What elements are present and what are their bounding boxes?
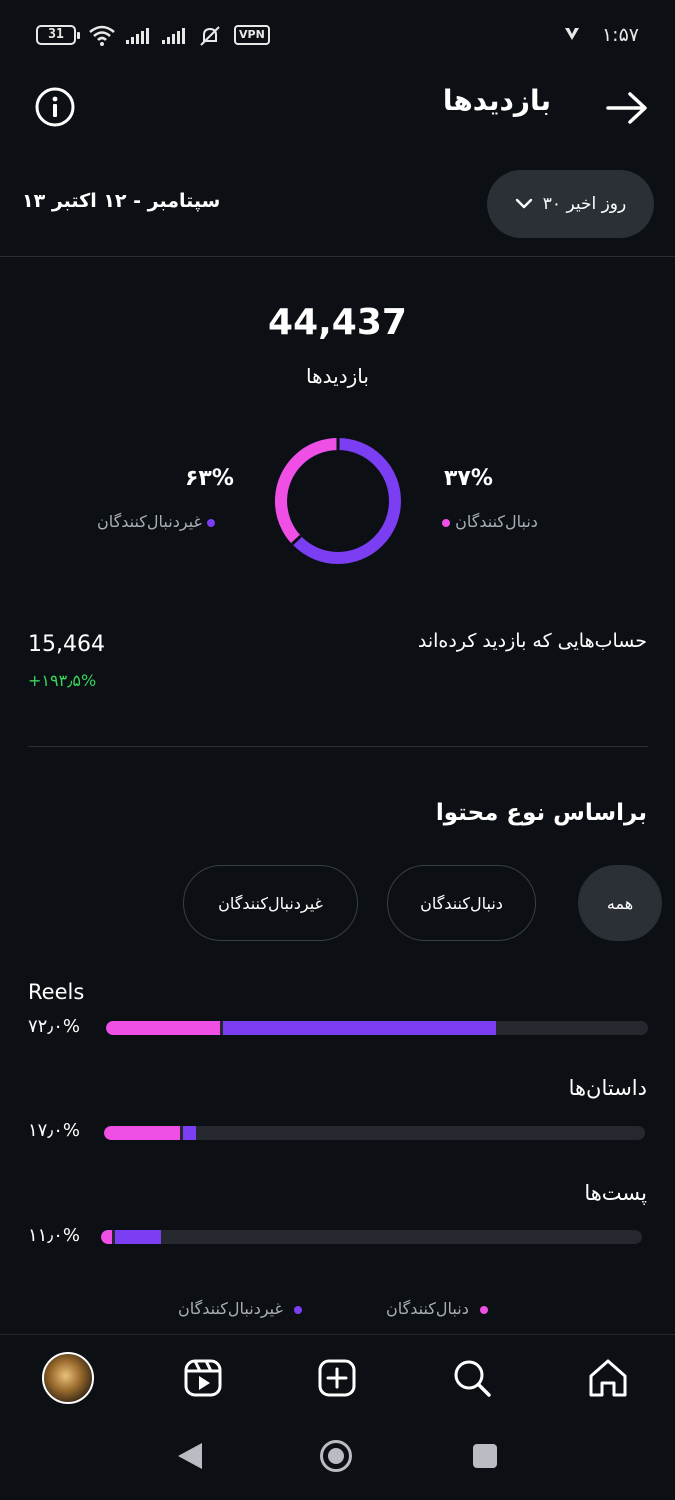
chevron-down-icon [515, 198, 532, 209]
bar-stories-non-followers [182, 1126, 196, 1140]
page-title: بازدیدها [442, 84, 551, 117]
total-views: 44,437 [268, 302, 407, 343]
signal-icon-2 [162, 28, 185, 44]
accounts-reached-value: 15,464 [28, 632, 105, 657]
chip-all-label: همه [606, 893, 634, 913]
back-icon[interactable] [176, 1441, 204, 1471]
vpn-badge: VPN [234, 25, 270, 45]
bar-track-posts [101, 1230, 642, 1244]
divider [28, 746, 648, 747]
reels-icon[interactable] [179, 1354, 227, 1402]
date-range: ۱۳ سپتامبر - ۱۲ اکتبر [22, 190, 221, 212]
non-followers-legend: غیردنبال‌کنندگان [97, 512, 215, 531]
followers-dot [442, 518, 450, 527]
bars-legend-followers: دنبال‌کنندگان [386, 1299, 488, 1318]
info-icon[interactable] [34, 86, 76, 128]
divider [0, 256, 675, 257]
bottom-nav-divider [0, 1334, 675, 1335]
bar-posts-non-followers [114, 1230, 161, 1244]
bars-legend-non-followers: غیردنبال‌کنندگان [178, 1299, 302, 1318]
total-views-label: بازدیدها [306, 364, 369, 388]
chip-followers[interactable]: دنبال‌کنندگان [387, 865, 536, 941]
bar-pct-posts: ۱۱٫۰% [28, 1225, 80, 1246]
bars-legend-non-followers-label: غیردنبال‌کنندگان [178, 1299, 283, 1318]
bars-legend-followers-label: دنبال‌کنندگان [386, 1299, 469, 1318]
chip-non-followers[interactable]: غیردنبال‌کنندگان [183, 865, 358, 941]
bar-reels-non-followers [222, 1021, 497, 1035]
home-circle-icon[interactable] [319, 1439, 353, 1473]
bars-legend-followers-dot [479, 1305, 488, 1314]
bar-label-posts: پست‌ها [584, 1181, 647, 1205]
shield-icon [565, 28, 579, 40]
clock: ۱:۵۷ [601, 24, 639, 46]
period-dropdown-label: ۳۰ روز اخیر [542, 194, 627, 214]
bars-legend-non-followers-dot [293, 1305, 302, 1314]
silent-icon [200, 26, 220, 46]
chip-non-followers-label: غیردنبال‌کنندگان [218, 893, 323, 913]
donut-followers-segment [275, 438, 401, 564]
bar-stories-followers [104, 1126, 180, 1140]
search-icon[interactable] [448, 1354, 496, 1402]
recents-icon[interactable] [472, 1443, 498, 1469]
non-followers-legend-label: غیردنبال‌کنندگان [97, 512, 202, 531]
home-icon[interactable] [584, 1354, 632, 1402]
accounts-reached-label: حساب‌هایی که بازدید کرده‌اند [417, 630, 647, 652]
chip-all[interactable]: همه [578, 865, 662, 941]
bar-label-reels: Reels [28, 980, 85, 1004]
profile-avatar[interactable] [42, 1352, 94, 1404]
wifi-icon [89, 25, 115, 46]
followers-legend: دنبال‌کنندگان [442, 512, 538, 531]
create-icon[interactable] [313, 1354, 361, 1402]
non-followers-dot [206, 518, 215, 527]
views-donut-chart [275, 438, 401, 564]
followers-legend-label: دنبال‌کنندگان [455, 512, 538, 531]
bar-label-stories: داستان‌ها [568, 1076, 647, 1100]
non-followers-percentage: ۶۳% [185, 466, 234, 491]
arrow-right-icon[interactable] [604, 90, 650, 126]
content-type-title: براساس نوع محتوا [435, 800, 647, 826]
followers-percentage: ۳۷% [444, 466, 493, 491]
bar-track-stories [104, 1126, 645, 1140]
bar-reels-followers [106, 1021, 220, 1035]
period-dropdown[interactable]: ۳۰ روز اخیر [487, 170, 654, 238]
battery-indicator: 31 [36, 25, 80, 45]
bar-pct-reels: ۷۲٫۰% [28, 1016, 80, 1037]
bar-pct-stories: ۱۷٫۰% [28, 1120, 80, 1141]
bar-track-reels [106, 1021, 648, 1035]
chip-followers-label: دنبال‌کنندگان [420, 893, 503, 913]
signal-icon [126, 28, 149, 44]
bar-posts-followers [101, 1230, 112, 1244]
status-bar: 31 VPN ۱:۵۷ [36, 22, 639, 50]
accounts-reached-change: +۱۹۳٫۵% [28, 671, 97, 690]
